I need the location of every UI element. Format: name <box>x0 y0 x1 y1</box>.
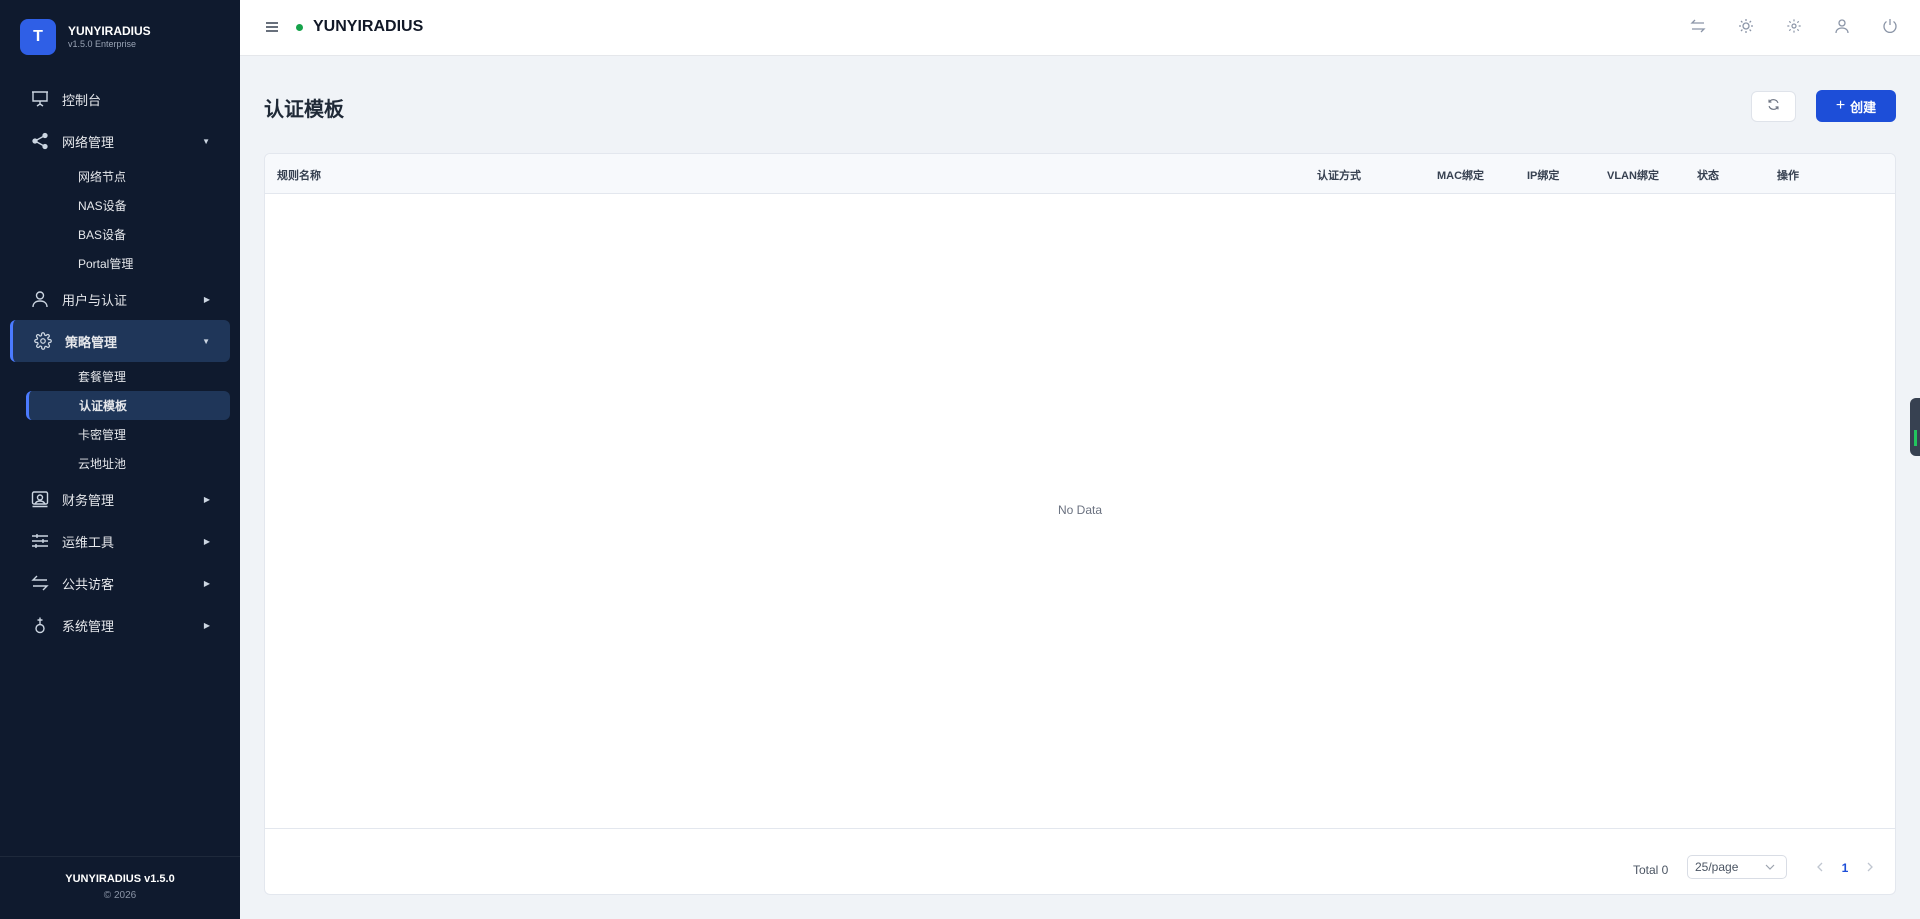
column-header-auth-method[interactable]: 认证方式 <box>1317 167 1361 183</box>
refresh-icon <box>1767 98 1780 116</box>
sidebar-item-system[interactable]: 系统管理 ▶ <box>0 604 240 646</box>
create-button[interactable]: + 创建 <box>1816 90 1896 122</box>
presentation-board-icon <box>30 89 50 109</box>
caret-down-icon: ▼ <box>202 336 210 346</box>
swap-arrows-icon <box>30 573 50 593</box>
prev-page-button[interactable] <box>1813 860 1827 874</box>
sidebar-item-label: 运维工具 <box>62 534 115 550</box>
sidebar-item-label: 系统管理 <box>62 618 115 634</box>
sun-icon[interactable] <box>1738 18 1754 34</box>
brand-logo: T <box>20 19 56 55</box>
sidebar-item-label: 公共访客 <box>62 576 115 592</box>
sidebar-item-label: 控制台 <box>62 92 102 108</box>
table-card: 规则名称 认证方式 MAC绑定 IP绑定 VLAN绑定 状态 操作 No Dat… <box>264 153 1896 895</box>
empty-state: No Data <box>1057 503 1103 517</box>
header-actions <box>1658 18 1898 34</box>
sidebar-item-label: 用户与认证 <box>62 292 128 308</box>
sidebar-nav: 控制台 网络管理 ▼ 网络节点 NAS设备 BAS设备 Portal管理 用户与… <box>0 78 240 646</box>
sidebar-item-policy[interactable]: 策略管理 ▼ <box>10 320 230 362</box>
pagination: Total 0 25/page 1 <box>265 828 1895 894</box>
system-icon <box>30 615 50 635</box>
sidebar-subitem-package[interactable]: 套餐管理 <box>0 362 240 391</box>
user-icon[interactable] <box>1834 18 1850 34</box>
caret-down-icon: ▼ <box>202 136 210 146</box>
top-header: YUNYIRADIUS <box>240 0 1920 56</box>
caret-right-icon: ▶ <box>203 578 210 588</box>
sidebar-item-guest[interactable]: 公共访客 ▶ <box>0 562 240 604</box>
column-header-rule-name[interactable]: 规则名称 <box>277 167 321 183</box>
power-icon[interactable] <box>1882 18 1898 34</box>
refresh-button[interactable] <box>1751 91 1796 122</box>
brand-name: YUNYIRADIUS <box>68 24 151 38</box>
column-header-mac-binding[interactable]: MAC绑定 <box>1437 167 1484 183</box>
sidebar-item-label: 网络管理 <box>62 134 115 150</box>
create-button-label: 创建 <box>1850 99 1877 115</box>
caret-right-icon: ▶ <box>203 494 210 504</box>
chevron-down-icon <box>1764 861 1776 873</box>
brand[interactable]: T YUNYIRADIUS v1.5.0 Enterprise <box>20 19 151 55</box>
sidebar-item-users-auth[interactable]: 用户与认证 ▶ <box>0 278 240 320</box>
sidebar: T YUNYIRADIUS v1.5.0 Enterprise 控制台 网络管理… <box>0 0 240 919</box>
header-title: YUNYIRADIUS <box>313 18 424 35</box>
column-header-ip-binding[interactable]: IP绑定 <box>1527 167 1559 183</box>
sidebar-item-finance[interactable]: 财务管理 ▶ <box>0 478 240 520</box>
caret-right-icon: ▶ <box>203 294 210 304</box>
column-header-vlan-binding[interactable]: VLAN绑定 <box>1607 167 1659 183</box>
indicator-bar <box>1914 430 1917 446</box>
sidebar-subitem-nas[interactable]: NAS设备 <box>0 191 240 220</box>
gear-icon <box>33 331 53 351</box>
sliders-icon <box>30 531 50 551</box>
sidebar-subitem-cloud-pool[interactable]: 云地址池 <box>0 449 240 478</box>
sidebar-footer: YUNYIRADIUS v1.5.0 © 2026 <box>0 856 240 919</box>
sidebar-subitem-portal[interactable]: Portal管理 <box>0 249 240 278</box>
caret-right-icon: ▶ <box>203 536 210 546</box>
swap-icon[interactable] <box>1690 18 1706 34</box>
brand-subtitle: v1.5.0 Enterprise <box>68 39 137 49</box>
user-icon <box>30 289 50 309</box>
page-size-value: 25/page <box>1695 860 1739 874</box>
settings-icon[interactable] <box>1786 18 1802 34</box>
footer-copyright: © 2026 <box>103 890 137 901</box>
finance-icon <box>30 489 50 509</box>
table-header: 规则名称 认证方式 MAC绑定 IP绑定 VLAN绑定 状态 操作 <box>265 154 1895 194</box>
sidebar-item-dashboard[interactable]: 控制台 <box>0 78 240 120</box>
sidebar-item-label: 财务管理 <box>62 492 115 508</box>
sidebar-subitem-network-node[interactable]: 网络节点 <box>0 162 240 191</box>
floating-side-tab[interactable] <box>1910 398 1920 456</box>
page-number-current[interactable]: 1 <box>1835 861 1855 875</box>
next-page-button[interactable] <box>1863 860 1877 874</box>
sidebar-subitem-auth-template[interactable]: 认证模板 <box>26 391 230 420</box>
share-network-icon <box>30 131 50 151</box>
caret-right-icon: ▶ <box>203 620 210 630</box>
footer-version: YUNYIRADIUS v1.5.0 <box>65 873 175 885</box>
page-title: 认证模板 <box>264 99 344 121</box>
sidebar-item-ops[interactable]: 运维工具 ▶ <box>0 520 240 562</box>
pagination-total: Total 0 <box>1633 863 1669 877</box>
sidebar-item-network[interactable]: 网络管理 ▼ <box>0 120 240 162</box>
menu-toggle-icon[interactable] <box>266 20 278 32</box>
page-size-select[interactable]: 25/page <box>1687 855 1787 879</box>
sidebar-subitem-card[interactable]: 卡密管理 <box>0 420 240 449</box>
sidebar-item-label: 策略管理 <box>65 334 118 350</box>
sidebar-subitem-bas[interactable]: BAS设备 <box>0 220 240 249</box>
plus-icon: + <box>1835 97 1846 114</box>
status-dot <box>296 24 303 31</box>
column-header-status[interactable]: 状态 <box>1697 167 1719 183</box>
column-header-actions[interactable]: 操作 <box>1777 167 1799 183</box>
